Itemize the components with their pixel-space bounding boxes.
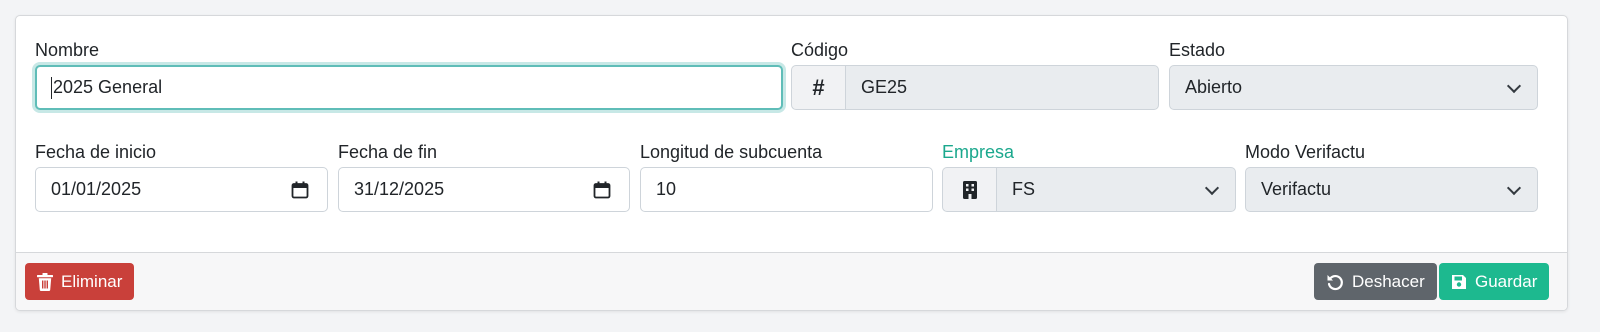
fecha-fin-input[interactable]: 31/12/2025: [338, 167, 630, 212]
empresa-input-group: FS: [942, 167, 1236, 212]
undo-button[interactable]: Deshacer: [1314, 263, 1437, 300]
modo-verifactu-field: Modo Verifactu Verifactu: [1245, 141, 1538, 212]
empresa-label[interactable]: Empresa: [942, 141, 1236, 163]
codigo-label: Código: [791, 40, 849, 60]
hash-icon: #: [791, 65, 845, 110]
chevron-down-icon: [1506, 180, 1522, 195]
codigo-field: Código # GE25: [791, 39, 1159, 110]
longitud-subcuenta-label: Longitud de subcuenta: [640, 142, 823, 162]
undo-label: Deshacer: [1352, 271, 1425, 291]
fecha-fin-value: 31/12/2025: [354, 179, 445, 199]
empresa-select[interactable]: FS: [996, 167, 1236, 212]
empresa-value: FS: [1012, 179, 1036, 199]
form-body: Nombre 2025 General Código # GE25 Estado…: [16, 16, 1567, 249]
nombre-field: Nombre 2025 General: [35, 39, 783, 110]
calendar-icon[interactable]: [291, 181, 309, 199]
undo-icon: [1327, 274, 1343, 290]
longitud-subcuenta-input[interactable]: 10: [640, 167, 933, 212]
longitud-subcuenta-field: Longitud de subcuenta 10: [640, 141, 933, 212]
text-caret: [51, 76, 52, 99]
empresa-field: Empresa FS: [942, 141, 1236, 212]
estado-value: Abierto: [1185, 77, 1243, 97]
codigo-value: GE25: [861, 77, 908, 97]
modo-verifactu-select[interactable]: Verifactu: [1245, 167, 1538, 212]
exercise-edit-card: Nombre 2025 General Código # GE25 Estado…: [15, 15, 1568, 311]
trash-icon: [37, 272, 53, 291]
fecha-fin-field: Fecha de fin 31/12/2025: [338, 141, 630, 212]
save-button[interactable]: Guardar: [1439, 263, 1550, 300]
form-footer: Eliminar Deshacer Guardar: [16, 252, 1567, 310]
estado-field: Estado Abierto: [1169, 39, 1538, 110]
nombre-input[interactable]: 2025 General: [35, 65, 783, 110]
save-label: Guardar: [1475, 271, 1538, 291]
calendar-icon[interactable]: [593, 181, 611, 199]
estado-select[interactable]: Abierto: [1169, 65, 1538, 110]
chevron-down-icon: [1506, 78, 1522, 93]
modo-verifactu-label: Modo Verifactu: [1245, 142, 1366, 162]
fecha-inicio-value: 01/01/2025: [51, 179, 142, 199]
modo-verifactu-value: Verifactu: [1261, 179, 1332, 199]
floppy-disk-icon: [1452, 274, 1466, 289]
delete-button[interactable]: Eliminar: [25, 263, 135, 300]
codigo-input[interactable]: GE25: [845, 65, 1159, 110]
building-icon: [942, 167, 996, 212]
longitud-subcuenta-value: 10: [656, 179, 677, 199]
chevron-down-icon: [1204, 180, 1220, 195]
nombre-label: Nombre: [35, 40, 100, 60]
delete-label: Eliminar: [61, 271, 123, 291]
estado-label: Estado: [1169, 40, 1226, 60]
fecha-fin-label: Fecha de fin: [338, 142, 438, 162]
nombre-value: 2025 General: [53, 77, 163, 97]
fecha-inicio-input[interactable]: 01/01/2025: [35, 167, 328, 212]
fecha-inicio-label: Fecha de inicio: [35, 142, 157, 162]
codigo-input-group: # GE25: [791, 65, 1159, 110]
fecha-inicio-field: Fecha de inicio 01/01/2025: [35, 141, 328, 212]
